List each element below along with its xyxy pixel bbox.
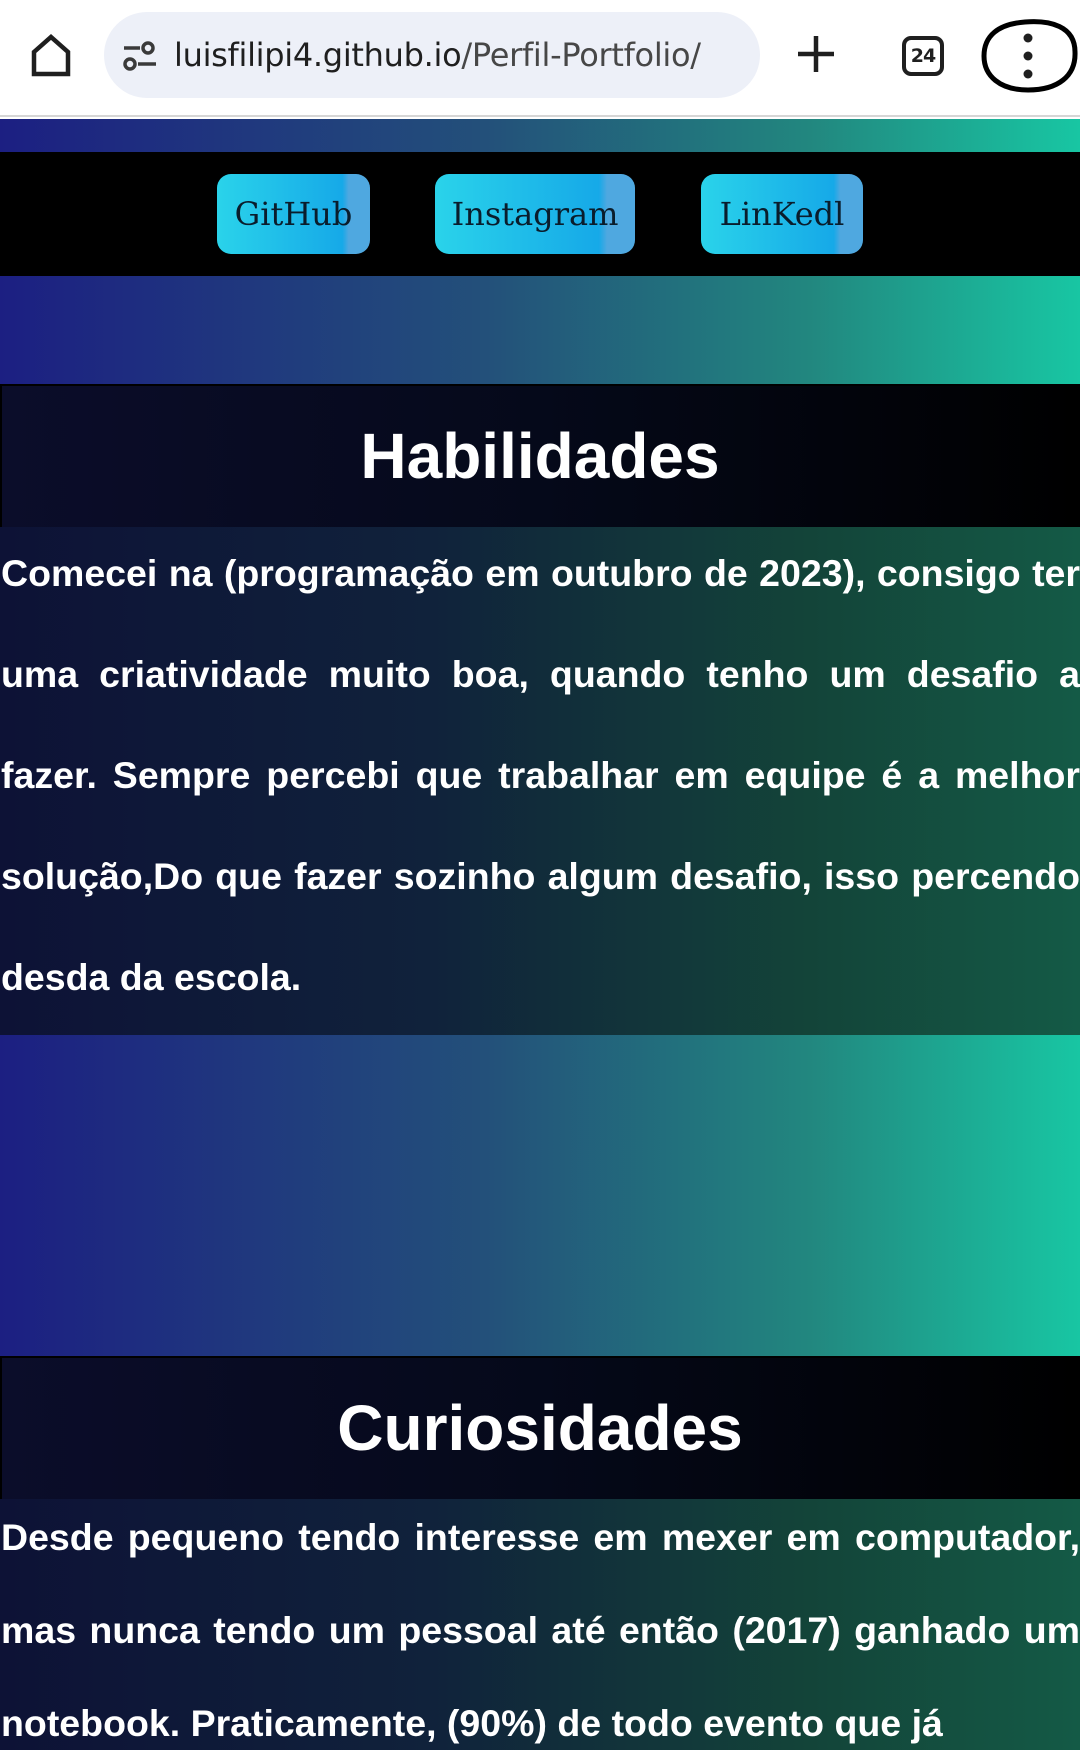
home-icon[interactable] [26, 30, 76, 80]
habilidades-title: Habilidades [360, 420, 720, 492]
github-button[interactable]: GitHub [217, 174, 370, 254]
habilidades-body: Comecei na (programação em outubro de 20… [0, 527, 1080, 1035]
url-domain: luisfilipi4.github.io [174, 36, 462, 74]
site-info-icon[interactable] [122, 40, 162, 72]
page-content: GitHub Instagram LinKedl Habilidades Com… [0, 119, 1080, 1750]
curiosidades-body: Desde pequeno tendo interesse em mexer e… [0, 1499, 1080, 1750]
curiosidades-title: Curiosidades [337, 1392, 743, 1464]
curiosidades-header: Curiosidades [0, 1356, 1080, 1501]
url-text: luisfilipi4.github.io/Perfil-Portfolio/ [174, 12, 701, 98]
curiosidades-text: Desde pequeno tendo interesse em mexer e… [1, 1516, 1080, 1744]
habilidades-header: Habilidades [0, 384, 1080, 529]
linkedin-button[interactable]: LinKedl [701, 174, 863, 254]
instagram-button[interactable]: Instagram [435, 174, 635, 254]
plus-icon[interactable] [794, 32, 838, 76]
habilidades-text: Comecei na (programação em outubro de 20… [1, 552, 1080, 998]
more-vert-icon[interactable] [980, 14, 1080, 98]
address-bar[interactable]: luisfilipi4.github.io/Perfil-Portfolio/ [104, 12, 760, 98]
url-path: /Perfil-Portfolio/ [461, 36, 701, 74]
tab-count: 24 [910, 45, 936, 67]
browser-toolbar: luisfilipi4.github.io/Perfil-Portfolio/ … [0, 0, 1080, 117]
tab-switcher-icon[interactable]: 24 [902, 36, 944, 76]
social-links-bar: GitHub Instagram LinKedl [0, 152, 1080, 276]
